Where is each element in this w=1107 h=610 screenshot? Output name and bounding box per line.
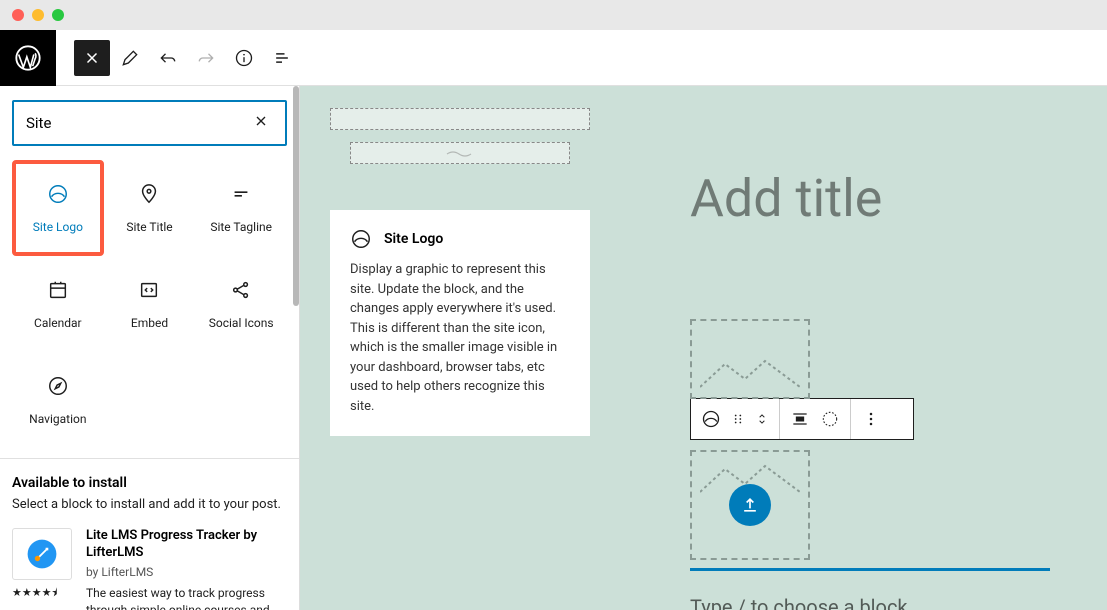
pencil-icon [120, 48, 140, 68]
block-label: Calendar [34, 316, 82, 330]
plugin-description: The easiest way to track progress throug… [86, 585, 287, 610]
block-embed[interactable]: Embed [104, 256, 196, 352]
clear-search-button[interactable] [249, 109, 273, 137]
placeholder-block[interactable] [350, 142, 570, 164]
close-inserter-button[interactable] [74, 40, 110, 76]
drag-icon [731, 412, 745, 426]
window-titlebar [0, 0, 1107, 30]
block-site-title[interactable]: Site Title [104, 160, 196, 256]
plugin-icon [12, 528, 72, 580]
wordpress-icon [14, 44, 42, 72]
block-social-icons[interactable]: Social Icons [195, 256, 287, 352]
mountain-icon [700, 359, 800, 389]
search-box [12, 100, 287, 146]
editor-canvas: Site Logo Display a graphic to represent… [300, 86, 1107, 610]
block-label: Navigation [29, 412, 86, 426]
tagline-icon [229, 182, 253, 206]
dashed-circle-icon [820, 409, 840, 429]
info-icon [234, 48, 254, 68]
more-vertical-icon [861, 409, 881, 429]
block-toolbar [690, 398, 914, 440]
block-label: Site Logo [33, 220, 83, 234]
undo-icon [158, 48, 178, 68]
plugin-name: Lite LMS Progress Tracker by LifterLMS [86, 528, 287, 562]
info-button[interactable] [226, 40, 262, 76]
editor-toolbar [0, 30, 1107, 86]
block-description-card: Site Logo Display a graphic to represent… [330, 210, 590, 436]
share-icon [229, 278, 253, 302]
site-logo-icon [350, 228, 372, 250]
info-card-body: Display a graphic to represent this site… [350, 260, 570, 416]
site-logo-icon [701, 409, 721, 429]
block-site-logo[interactable]: Site Logo [12, 160, 104, 256]
embed-icon [137, 278, 161, 302]
calendar-icon [46, 278, 70, 302]
block-inserter-panel: Site Logo Site Title Site Tagline [0, 86, 300, 610]
wave-icon [445, 148, 475, 158]
site-logo-icon [46, 182, 70, 206]
map-pin-icon [137, 182, 161, 206]
block-site-tagline[interactable]: Site Tagline [195, 160, 287, 256]
site-logo-upload-area[interactable] [690, 450, 810, 560]
install-subtitle: Select a block to install and add it to … [12, 497, 287, 512]
block-label: Social Icons [209, 316, 274, 330]
image-placeholder[interactable] [690, 319, 810, 399]
maximize-window-button[interactable] [52, 9, 64, 21]
align-icon [790, 409, 810, 429]
block-grid: Site Logo Site Title Site Tagline [0, 160, 299, 448]
close-icon [253, 113, 269, 129]
block-calendar[interactable]: Calendar [12, 256, 104, 352]
block-type-button[interactable] [691, 399, 780, 439]
move-icon [755, 410, 769, 428]
wordpress-logo[interactable] [0, 30, 56, 86]
close-window-button[interactable] [12, 9, 24, 21]
block-label: Embed [131, 316, 168, 330]
list-icon [272, 48, 292, 68]
plugin-card[interactable]: ★★★★⯨ Lite LMS Progress Tracker by Lifte… [12, 528, 287, 610]
undo-button[interactable] [150, 40, 186, 76]
mountain-icon [700, 464, 800, 494]
block-label: Site Title [126, 220, 172, 234]
slash-prompt[interactable]: Type / to choose a block [690, 595, 1077, 610]
available-to-install-section: Available to install Select a block to i… [0, 458, 299, 610]
insertion-point [690, 568, 1050, 571]
plugin-author: by LifterLMS [86, 565, 287, 579]
redo-icon [196, 48, 216, 68]
block-label: Site Tagline [210, 220, 272, 234]
post-title-input[interactable]: Add title [690, 168, 1077, 229]
more-options-button[interactable] [851, 399, 891, 439]
align-button[interactable] [780, 399, 851, 439]
search-input[interactable] [26, 114, 249, 132]
close-icon [83, 49, 101, 67]
redo-button[interactable] [188, 40, 224, 76]
block-navigation[interactable]: Navigation [12, 352, 104, 448]
list-view-button[interactable] [264, 40, 300, 76]
install-title: Available to install [12, 475, 287, 491]
compass-icon [46, 374, 70, 398]
edit-button[interactable] [112, 40, 148, 76]
upload-icon [740, 495, 760, 515]
placeholder-block[interactable] [330, 108, 590, 130]
info-card-title: Site Logo [384, 231, 443, 247]
plugin-rating: ★★★★⯨ [12, 584, 74, 603]
minimize-window-button[interactable] [32, 9, 44, 21]
